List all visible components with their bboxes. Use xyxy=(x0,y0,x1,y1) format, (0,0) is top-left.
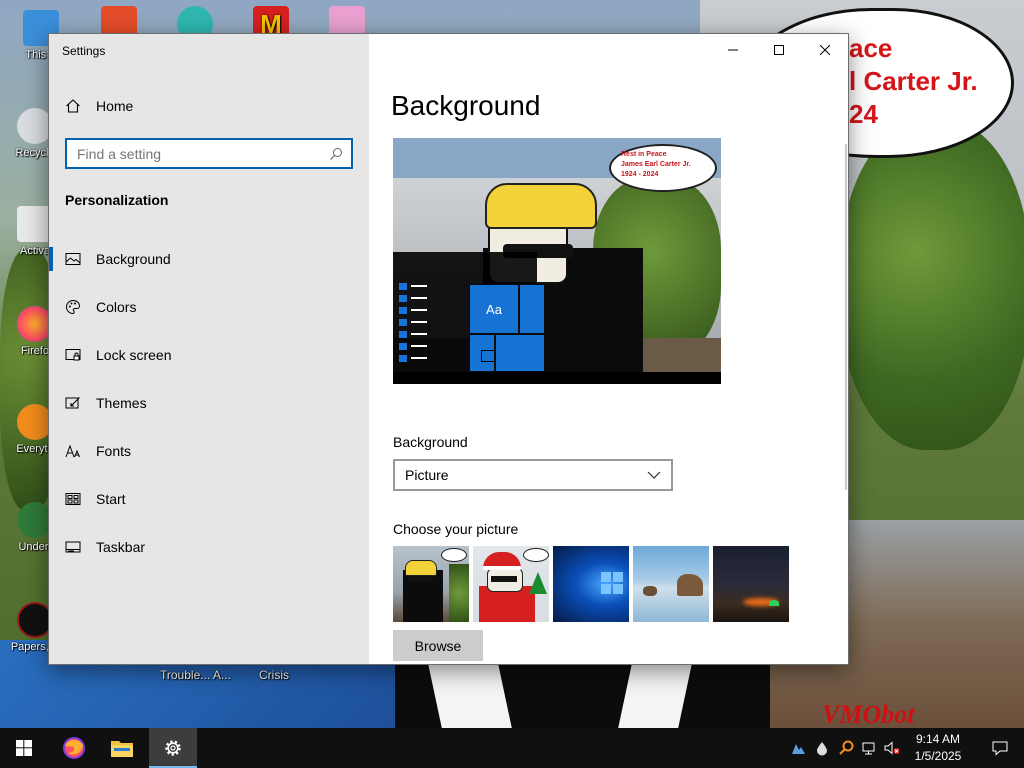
volume-muted-icon xyxy=(884,741,900,755)
search-icon[interactable] xyxy=(329,147,343,161)
desktop-icon-trouble-label[interactable]: Trouble... A... xyxy=(160,668,231,682)
preview-bubble-text: Rest in Peace James Earl Carter Jr. 1924… xyxy=(621,151,691,178)
section-title: Personalization xyxy=(65,192,169,208)
preview-tile xyxy=(519,284,545,334)
nav-home-label: Home xyxy=(96,98,134,114)
sidebar-item-label: Background xyxy=(96,251,171,267)
picture-icon xyxy=(65,253,81,265)
file-explorer-button[interactable] xyxy=(98,728,146,768)
tray-search-app-icon[interactable] xyxy=(838,740,854,756)
sidebar-item-lock-screen[interactable]: Lock screen xyxy=(49,333,369,377)
sidebar-item-label: Start xyxy=(96,491,126,507)
themes-icon xyxy=(65,397,80,409)
preview-hat xyxy=(485,183,597,229)
sidebar-item-label: Lock screen xyxy=(96,347,172,363)
background-type-value: Picture xyxy=(405,467,449,483)
sidebar-item-colors[interactable]: Colors xyxy=(49,285,369,329)
tray-volume-icon[interactable] xyxy=(884,740,900,756)
thumb-windows[interactable] xyxy=(553,546,629,622)
clock-time: 9:14 AM xyxy=(915,732,961,746)
preview-start-list xyxy=(399,282,429,366)
lock-screen-icon xyxy=(65,349,81,361)
nav-home[interactable]: Home xyxy=(65,92,133,120)
chevron-down-icon xyxy=(647,471,661,479)
preview-tile xyxy=(481,350,495,362)
sidebar-item-fonts[interactable]: Fonts xyxy=(49,429,369,473)
tray-drop-icon[interactable] xyxy=(814,740,830,756)
taskbar-clock[interactable]: 9:14 AM 1/5/2025 xyxy=(900,731,976,765)
choose-picture-label: Choose your picture xyxy=(393,521,519,537)
content-scrollbar[interactable] xyxy=(845,144,847,490)
wallpaper-signature: VMObot xyxy=(822,700,915,728)
tray-app-icon[interactable] xyxy=(790,740,806,756)
sidebar-item-label: Fonts xyxy=(96,443,132,459)
sidebar-item-label: Colors xyxy=(96,299,137,315)
background-preview: Rest in Peace James Earl Carter Jr. 1924… xyxy=(393,138,721,384)
wallpaper-bubble-text: ace l Carter Jr. 24 xyxy=(849,33,978,129)
window-title: Settings xyxy=(62,44,106,58)
search-box[interactable] xyxy=(65,138,353,169)
sidebar-item-taskbar[interactable]: Taskbar xyxy=(49,525,369,569)
sidebar-item-label: Taskbar xyxy=(96,539,146,555)
settings-sidebar: Settings Home Personalization Background xyxy=(49,34,369,664)
gear-icon xyxy=(165,740,181,756)
palette-icon xyxy=(66,299,81,315)
network-icon xyxy=(862,742,875,755)
settings-content: Background Rest in Peace James Earl Cart… xyxy=(369,34,847,664)
search-input[interactable] xyxy=(77,145,329,162)
fonts-icon xyxy=(65,444,80,458)
magnifier-icon xyxy=(839,740,854,755)
thumb-night-sky[interactable] xyxy=(713,546,789,622)
thumb-carter[interactable] xyxy=(393,546,469,622)
background-type-label: Background xyxy=(393,434,468,450)
tray-network-icon[interactable] xyxy=(862,740,878,756)
action-center-button[interactable] xyxy=(976,728,1024,768)
clock-date: 1/5/2025 xyxy=(914,749,962,763)
wallpaper-figure xyxy=(395,664,770,728)
people-icon xyxy=(792,744,805,754)
browse-button[interactable]: Browse xyxy=(393,630,483,661)
sidebar-item-themes[interactable]: Themes xyxy=(49,381,369,425)
preview-tile-text: Aa xyxy=(486,301,502,317)
home-icon xyxy=(66,99,80,113)
taskbar-icon xyxy=(65,541,81,553)
start-icon xyxy=(65,493,81,505)
drop-icon xyxy=(817,742,827,756)
sidebar-item-background[interactable]: Background xyxy=(49,237,369,281)
notification-icon xyxy=(992,741,1008,756)
taskbar: 9:14 AM 1/5/2025 xyxy=(0,728,1024,768)
thumb-beach[interactable] xyxy=(633,546,709,622)
preview-taskbar xyxy=(393,372,721,384)
page-title: Background xyxy=(391,90,541,121)
start-button[interactable] xyxy=(0,728,48,768)
wallpaper-tree xyxy=(840,120,1024,450)
settings-button[interactable] xyxy=(149,728,197,768)
background-type-dropdown[interactable]: Picture xyxy=(393,459,673,491)
windows-logo-icon xyxy=(16,740,32,756)
folder-icon xyxy=(111,741,133,757)
thumb-santa[interactable] xyxy=(473,546,549,622)
firefox-icon xyxy=(63,737,85,759)
desktop-icon-crisis-label[interactable]: Crisis xyxy=(259,668,289,682)
sidebar-item-label: Themes xyxy=(96,395,147,411)
sidebar-item-start[interactable]: Start xyxy=(49,477,369,521)
settings-window: Settings Home Personalization Background xyxy=(48,33,849,665)
firefox-button[interactable] xyxy=(50,728,98,768)
preview-tile xyxy=(495,334,545,372)
